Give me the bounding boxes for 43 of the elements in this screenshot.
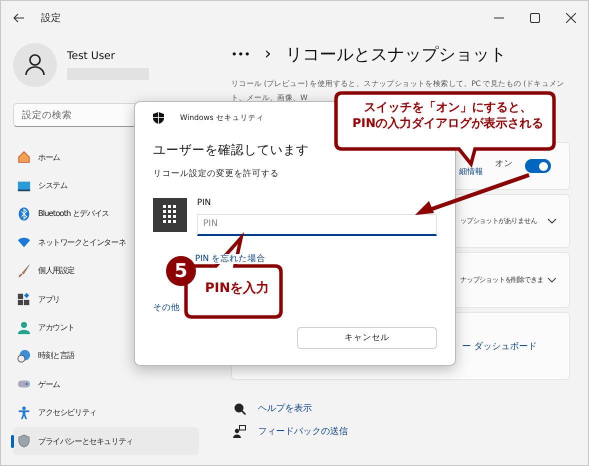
nav-item[interactable]: アクセシビリティ bbox=[13, 398, 199, 427]
footer-link[interactable]: フィードバックの送信 bbox=[258, 425, 348, 438]
more-options-link[interactable]: その他 bbox=[153, 302, 180, 312]
home-icon bbox=[17, 150, 31, 164]
nav-item[interactable]: プライバシーとセキュリティ bbox=[13, 426, 199, 456]
keypad-icon bbox=[153, 198, 187, 232]
nav-item[interactable]: ゲーム bbox=[13, 370, 199, 399]
feedback-icon bbox=[233, 425, 246, 438]
apps-icon bbox=[17, 292, 31, 306]
bluetooth-icon bbox=[17, 206, 31, 221]
person-icon bbox=[17, 320, 31, 335]
page-title: リコールとスナップショット bbox=[285, 44, 506, 66]
close-icon[interactable] bbox=[566, 13, 576, 23]
dialog-message: リコール設定の変更を許可する bbox=[153, 168, 280, 180]
wifi-icon bbox=[17, 235, 31, 250]
callout-text: スイッチを「オン」にすると、 PINの入力ダイアログが表示される bbox=[351, 100, 545, 132]
pin-field[interactable]: PIN bbox=[197, 214, 437, 236]
footer-link[interactable]: ヘルプを表示 bbox=[258, 402, 312, 415]
maximize-icon[interactable] bbox=[530, 13, 540, 23]
dashboard-link[interactable]: ー ダッシュボード bbox=[462, 340, 537, 352]
brush-icon bbox=[17, 264, 31, 278]
cancel-button[interactable]: キャンセル bbox=[297, 327, 437, 349]
shield-icon bbox=[153, 112, 164, 124]
accessibility-icon bbox=[17, 406, 31, 420]
nav-item[interactable]: アカウント bbox=[13, 313, 199, 342]
monitor-icon bbox=[17, 178, 31, 193]
globe-clock-icon bbox=[17, 348, 31, 363]
window-title: 設定 bbox=[41, 12, 61, 25]
shield-icon bbox=[17, 434, 31, 448]
nav-item[interactable]: 時刻と言語 bbox=[13, 342, 199, 370]
breadcrumb-separator: › bbox=[264, 44, 272, 64]
chevron-down-icon[interactable] bbox=[547, 277, 557, 283]
details-link[interactable]: 細情報 bbox=[459, 166, 483, 176]
back-arrow-icon[interactable] bbox=[13, 13, 25, 23]
dialog-heading: ユーザーを確認しています bbox=[153, 142, 310, 159]
person-icon bbox=[25, 54, 45, 76]
help-search-icon bbox=[233, 402, 246, 415]
toggle-state: オン bbox=[495, 158, 513, 170]
chevron-down-icon[interactable] bbox=[547, 218, 557, 224]
breadcrumb-ellipsis[interactable]: ••• bbox=[231, 48, 250, 60]
pin-label: PIN bbox=[197, 198, 212, 208]
toggle-switch[interactable] bbox=[525, 159, 551, 173]
user-name: Test User bbox=[67, 50, 116, 62]
